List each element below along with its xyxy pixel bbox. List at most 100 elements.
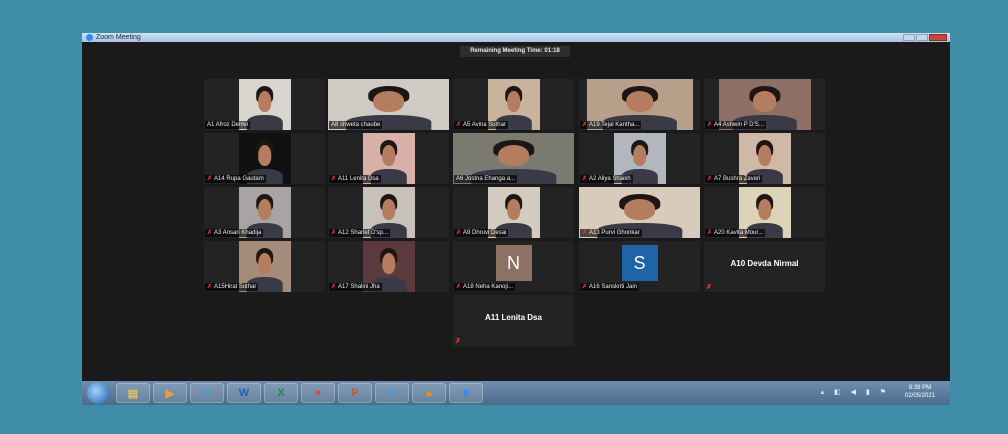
participant-name-text: A1 Afroz Dehlvi [207, 122, 249, 128]
participant-tile[interactable]: ✗ A15Hiral Suthar [204, 241, 325, 292]
participant-tile[interactable]: ✗ A3 Ansari Khadija [204, 187, 325, 238]
zoom-window: Zoom Meeting Remaining Meeting Time: 01:… [82, 33, 950, 405]
muted-mic-icon: ✗ [456, 122, 462, 128]
system-tray[interactable]: ▴ ◧ ◀ ▮ ⚑ [821, 388, 890, 396]
participant-name-text: A14 Rupa Gautam [214, 176, 264, 182]
video-face [257, 145, 272, 166]
participant-name-text: A11 Lenita Dsa [338, 176, 379, 182]
participant-name-label: ✗ A20 Kavita Mour... [705, 229, 766, 237]
participant-tile[interactable]: A8 shweta chaube [328, 79, 449, 130]
excel-icon[interactable]: X [264, 383, 298, 403]
participant-name-text: A12 Sharlet D'sp... [338, 230, 388, 236]
participant-name-text: A20 Kavita Mour... [714, 230, 764, 236]
participant-name-label: ✗ A3 Ansari Khadija [205, 229, 264, 237]
participant-tile[interactable]: ✗ A13 Purvi Ghonkar [579, 187, 700, 238]
participant-tile[interactable]: ✗ A19 Tejal Kantha... [579, 79, 700, 130]
participant-tile[interactable]: ✗ A5 Avina Suthar [453, 79, 574, 130]
clock-date: 02/05/2021 [904, 393, 936, 399]
participant-tile[interactable]: ✗ A12 Sharlet D'sp... [328, 187, 449, 238]
taskbar-clock[interactable]: 8:39 PM 02/05/2021 [896, 384, 944, 400]
participant-name-label: A6 Jostna Ehanga a... [454, 175, 518, 183]
participant-name-text: A4 Ashwin P D'S... [714, 122, 764, 128]
muted-mic-icon: ✗ [456, 284, 462, 290]
participant-name-text: A19 Tejal Kantha... [589, 122, 640, 128]
muted-mic-icon: ✗ [707, 230, 713, 236]
participant-tile[interactable]: A6 Jostna Ehanga a... [453, 133, 574, 184]
vlc-icon[interactable]: ▲ [412, 383, 446, 403]
video-face [257, 253, 272, 274]
participant-name-label: ✗ A9 Dhruvi Desai [454, 229, 509, 237]
participant-name-label: ✗ A18 Neha Kanoji... [454, 283, 516, 291]
participant-name-label: ✗ A19 Tejal Kantha... [580, 121, 642, 129]
participant-name-label: ✗ A17 Shalini Jha [329, 283, 382, 291]
muted-mic-icon: ✗ [331, 176, 337, 182]
internet-explorer-icon[interactable]: e [375, 383, 409, 403]
chrome-icon[interactable]: ● [301, 383, 335, 403]
participant-tile[interactable]: ✗ A17 Shalini Jha [328, 241, 449, 292]
taskbar: ▤ ▶ e W X ● Pe ▲ ■ ▴ ◧ ◀ ▮ ⚑ 8:39 PM 02/05/2021 [82, 381, 950, 405]
video-body [246, 114, 283, 130]
muted-mic-icon: ✗ [582, 284, 588, 290]
participant-name-large: A10 Devda Nirmal [730, 259, 799, 268]
participant-name-text: A7 Bushra Zaveri [714, 176, 761, 182]
participant-name-label: ✗ A2 Aliya Shaikh [580, 175, 633, 183]
video-face [381, 199, 396, 220]
muted-mic-icon: ✗ [707, 122, 713, 128]
video-face [625, 91, 654, 112]
participant-name-label: ✗ A5 Avina Suthar [454, 121, 508, 129]
close-button[interactable] [929, 34, 947, 41]
video-face [257, 199, 272, 220]
start-button[interactable] [87, 382, 109, 404]
muted-mic-icon: ✗ [207, 230, 213, 236]
participant-name-label: A8 shweta chaube [329, 121, 383, 129]
muted-mic-icon: ✗ [706, 284, 712, 291]
media-player-icon[interactable]: ▶ [153, 383, 187, 403]
participant-name-label: ✗ A7 Bushra Zaveri [705, 175, 763, 183]
participant-name-label: ✗ A11 Lenita Dsa [329, 175, 381, 183]
powerpoint-icon[interactable]: P [338, 383, 372, 403]
participant-tile[interactable]: ✗ A9 Dhruvi Desai [453, 187, 574, 238]
video-face [757, 199, 772, 220]
word-icon[interactable]: W [227, 383, 261, 403]
participant-tile[interactable]: ✗ A2 Aliya Shaikh [579, 133, 700, 184]
participant-name-text: A18 Neha Kanoji... [463, 284, 514, 290]
video-face [257, 91, 272, 112]
muted-mic-icon: ✗ [331, 230, 337, 236]
video-face [381, 253, 396, 274]
participant-tile[interactable]: A10 Devda Nirmal ✗ [704, 241, 825, 292]
video-face [497, 145, 530, 166]
window-titlebar: Zoom Meeting [82, 33, 950, 42]
maximize-button[interactable] [916, 34, 928, 41]
participant-tile[interactable]: ✗ A7 Bushra Zaveri [704, 133, 825, 184]
muted-mic-icon: ✗ [207, 176, 213, 182]
participant-name-label: A1 Afroz Dehlvi [205, 121, 251, 129]
participant-name-text: A13 Purvi Ghonkar [589, 230, 640, 236]
participant-name-text: A6 Jostna Ehanga a... [456, 176, 516, 182]
participant-name-text: A15Hiral Suthar [214, 284, 257, 290]
edge-icon[interactable]: e [190, 383, 224, 403]
participant-tile[interactable]: ✗ A14 Rupa Gautam [204, 133, 325, 184]
participant-tile[interactable]: A11 Lenita Dsa ✗ [453, 295, 574, 346]
clock-time: 8:39 PM [908, 385, 932, 391]
participant-name-label: ✗ A15Hiral Suthar [205, 283, 259, 291]
meeting-gallery: Remaining Meeting Time: 01:18 A1 Afroz D… [82, 42, 950, 381]
participant-tile[interactable]: ✗ A20 Kavita Mour... [704, 187, 825, 238]
video-face [632, 145, 647, 166]
participant-name-text: A8 shweta chaube [331, 122, 381, 128]
explorer-icon[interactable]: ▤ [116, 383, 150, 403]
participant-tile[interactable]: ✗ A11 Lenita Dsa [328, 133, 449, 184]
participant-name-text: A2 Aliya Shaikh [589, 176, 631, 182]
participant-tile[interactable]: N ✗ A18 Neha Kanoji... [453, 241, 574, 292]
video-face [506, 199, 521, 220]
participant-initial-avatar: S [621, 245, 658, 281]
muted-mic-icon: ✗ [331, 284, 337, 290]
participant-name-label: ✗ A13 Purvi Ghonkar [580, 229, 642, 237]
minimize-button[interactable] [903, 34, 915, 41]
video-face [381, 145, 396, 166]
participant-tile[interactable]: A1 Afroz Dehlvi [204, 79, 325, 130]
zoom-icon[interactable]: ■ [449, 383, 483, 403]
participant-tile[interactable]: ✗ A4 Ashwin P D'S... [704, 79, 825, 130]
video-face [752, 91, 777, 112]
participant-tile[interactable]: S ✗ A16 Sanskriti Jain [579, 241, 700, 292]
participant-name-label: ✗ A14 Rupa Gautam [205, 175, 266, 183]
